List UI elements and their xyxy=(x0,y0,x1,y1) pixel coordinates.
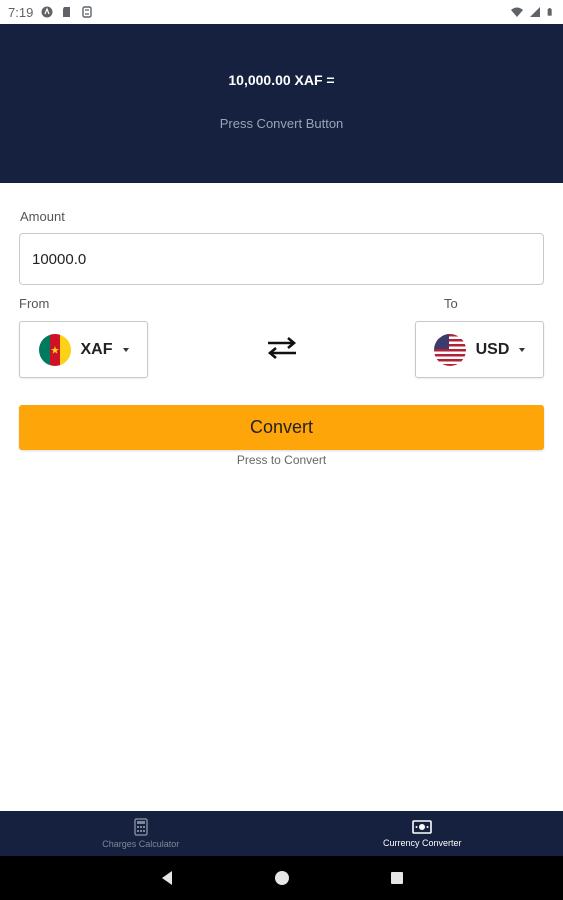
calculator-icon xyxy=(134,818,148,836)
app-notification-icon xyxy=(41,6,53,18)
conversion-result: 10,000.00 XAF = xyxy=(228,72,335,88)
home-icon[interactable] xyxy=(274,870,290,886)
recents-icon[interactable] xyxy=(390,871,404,885)
sync-icon xyxy=(82,6,93,18)
chevron-down-icon xyxy=(122,347,129,352)
to-currency-code: USD xyxy=(475,340,510,358)
cameroon-flag-icon xyxy=(38,333,71,366)
result-header: 10,000.00 XAF = Press Convert Button xyxy=(0,24,563,183)
wifi-icon xyxy=(511,7,523,17)
result-hint: Press Convert Button xyxy=(219,116,344,131)
usa-flag-icon xyxy=(433,333,466,366)
nav-label: Charges Calculator xyxy=(102,839,180,849)
amount-label: Amount xyxy=(20,209,65,224)
battery-icon xyxy=(547,8,552,16)
chevron-down-icon xyxy=(519,347,526,352)
nav-item-charges-calculator[interactable]: Charges Calculator xyxy=(0,811,282,856)
nav-label: Currency Converter xyxy=(382,838,462,848)
swap-icon[interactable] xyxy=(266,336,298,360)
system-navigation-bar xyxy=(0,856,563,900)
convert-button[interactable]: Convert xyxy=(19,405,544,450)
to-label: To xyxy=(444,296,458,311)
signal-icon xyxy=(530,7,540,17)
status-bar: 7:19 xyxy=(0,0,563,24)
status-time: 7:19 xyxy=(8,4,34,20)
convert-hint: Press to Convert xyxy=(236,453,327,467)
amount-input[interactable] xyxy=(19,233,544,285)
bottom-navigation: Charges Calculator Currency Converter xyxy=(0,811,563,856)
from-label: From xyxy=(19,296,50,311)
from-currency-select[interactable]: XAF xyxy=(19,321,148,378)
nav-item-currency-converter[interactable]: Currency Converter xyxy=(282,811,563,856)
money-icon xyxy=(412,820,433,834)
sd-card-icon xyxy=(63,7,71,17)
to-currency-select[interactable]: USD xyxy=(415,321,544,378)
from-currency-code: XAF xyxy=(80,340,113,358)
back-icon[interactable] xyxy=(160,870,174,886)
